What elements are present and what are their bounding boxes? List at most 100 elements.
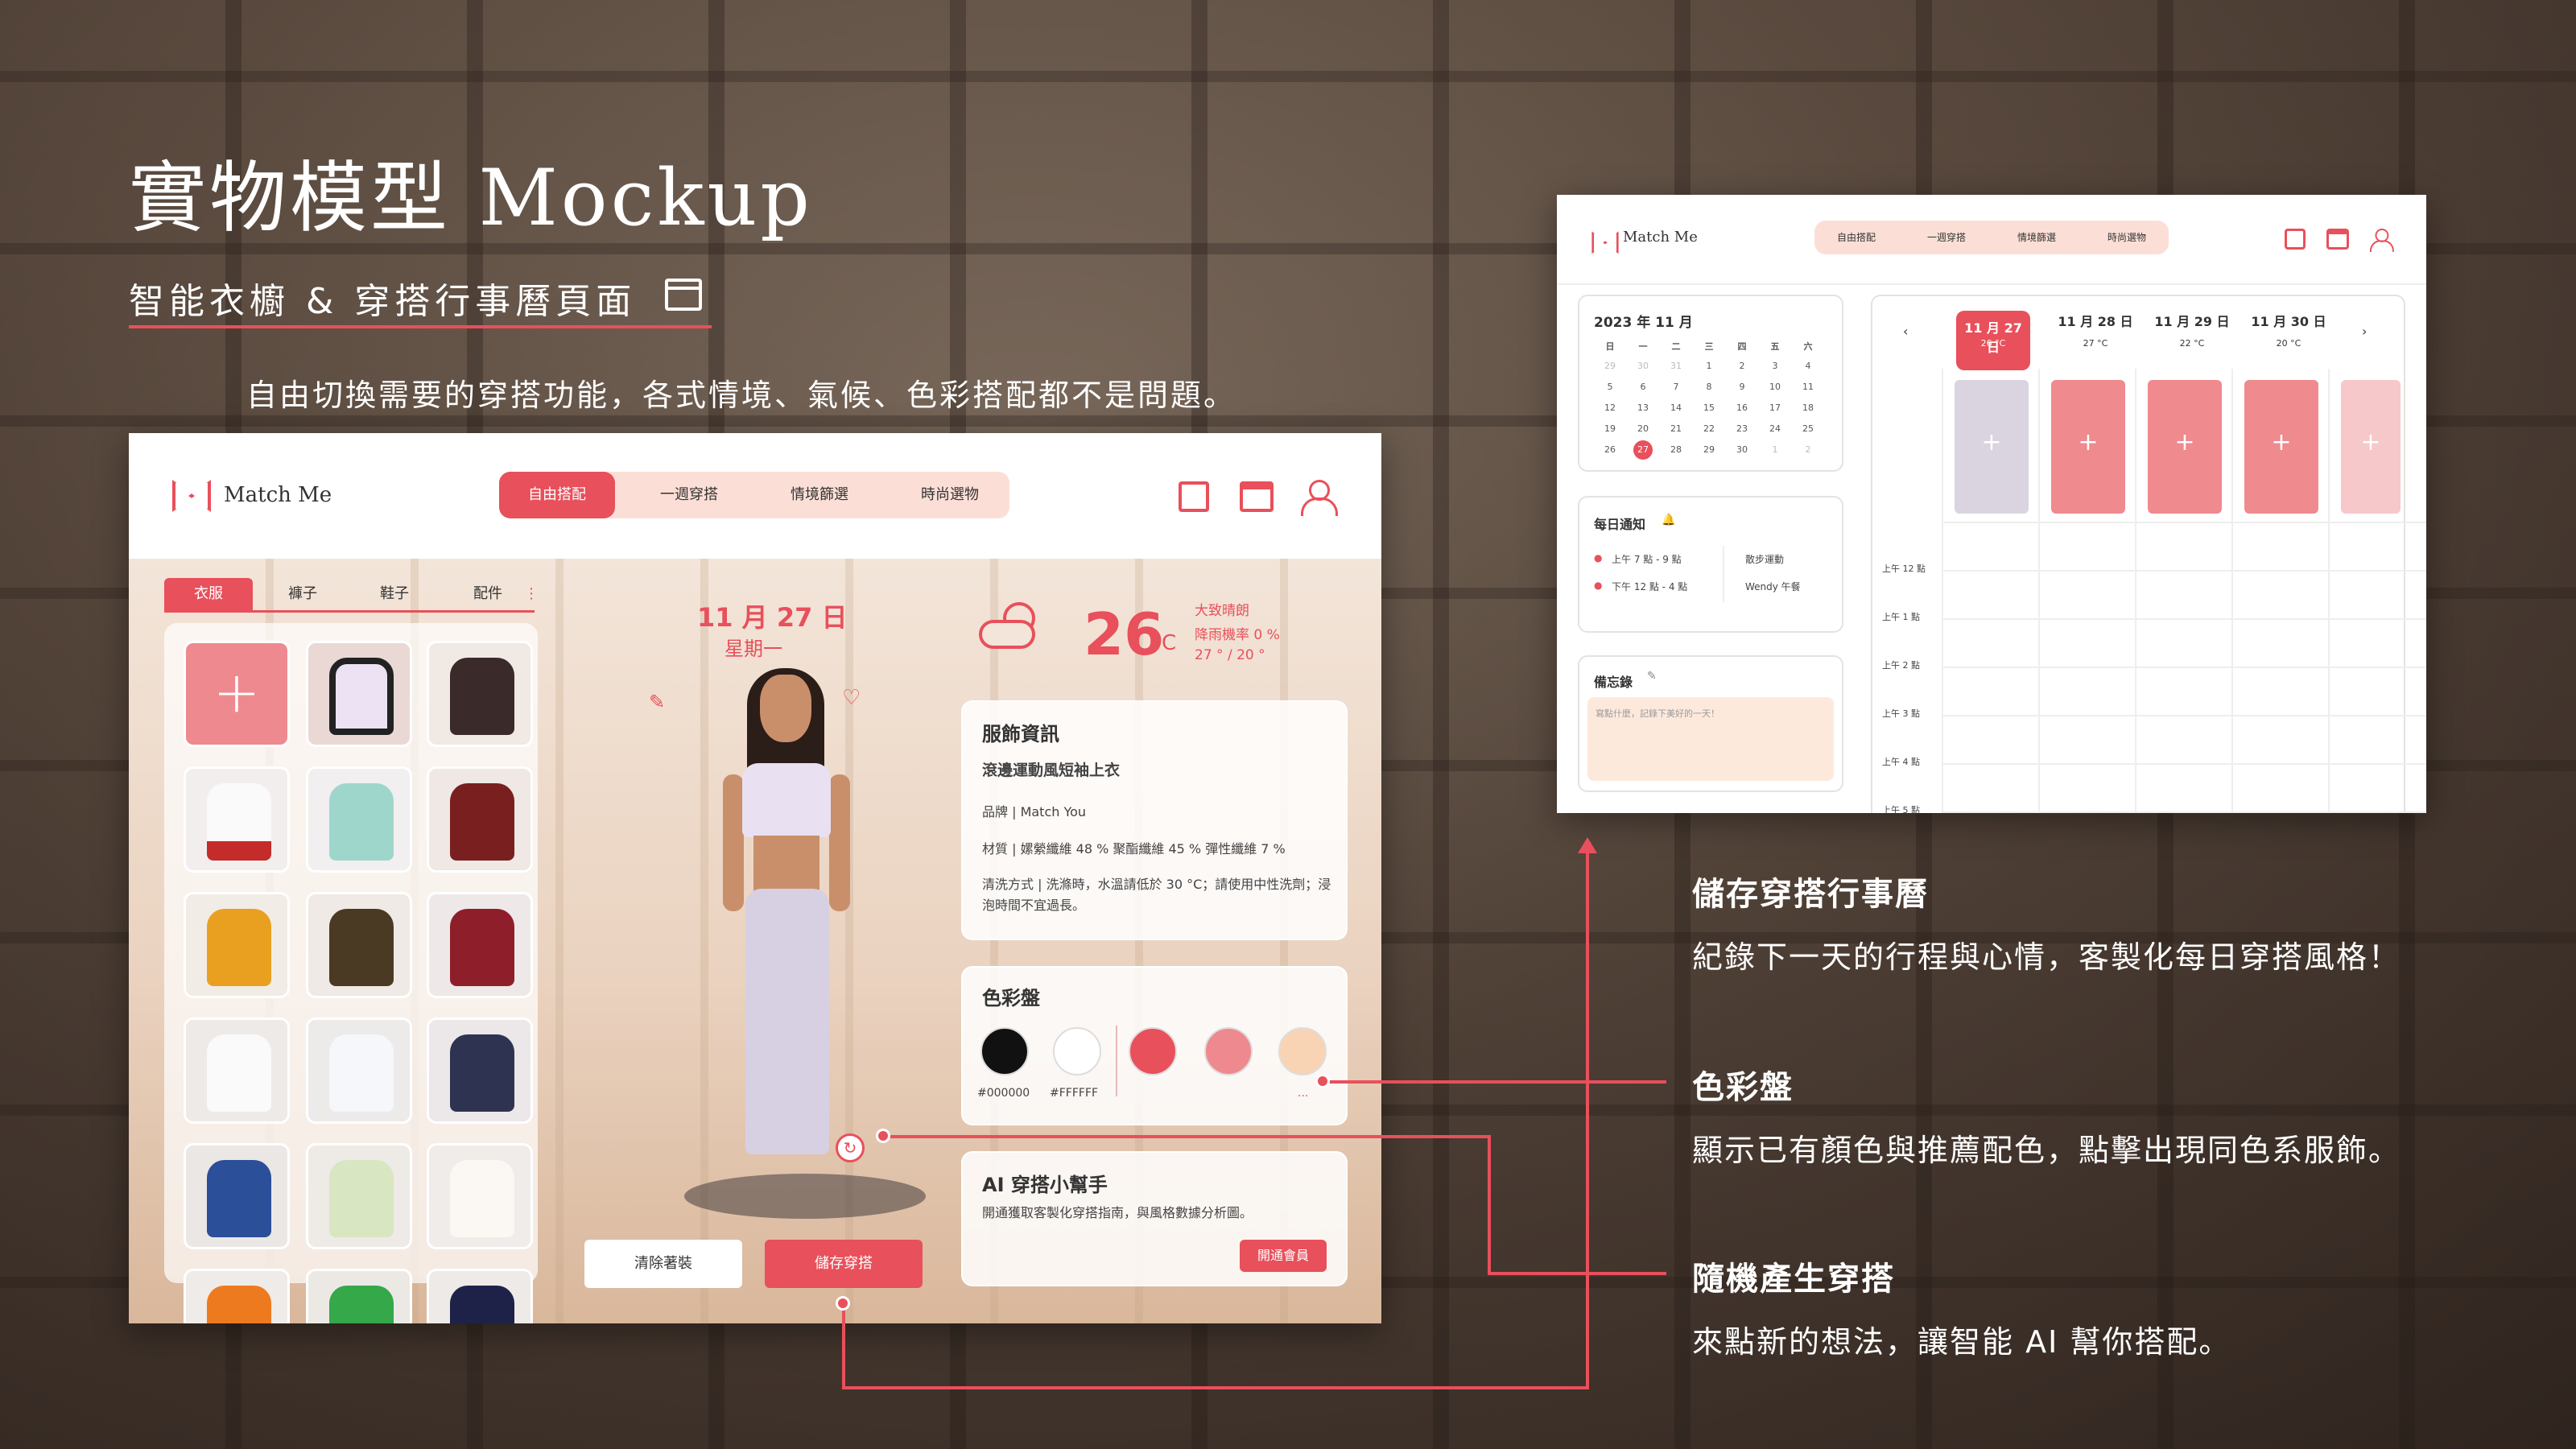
profile-icon[interactable] xyxy=(2370,229,2394,253)
heart-icon[interactable]: ♡ xyxy=(842,686,861,710)
memo-input[interactable]: 寫點什麼，記錄下美好的一天！ xyxy=(1587,697,1834,781)
add-outfit-slot[interactable] xyxy=(2051,380,2125,514)
garment-item[interactable] xyxy=(427,1269,533,1323)
category-tab-pants[interactable]: 褲子 xyxy=(262,578,343,610)
swatch-white[interactable] xyxy=(1053,1027,1101,1075)
garment-item[interactable] xyxy=(306,641,412,747)
activate-member-button[interactable]: 開通會員 xyxy=(1240,1240,1327,1272)
tab-scenario-filter[interactable]: 情境篩選 xyxy=(1995,221,2079,254)
tab-free-match[interactable]: 自由搭配 xyxy=(1814,221,1898,254)
calendar-day[interactable]: 23 xyxy=(1726,423,1758,434)
add-outfit-slot[interactable] xyxy=(2244,380,2318,514)
calendar-day[interactable]: 12 xyxy=(1594,402,1626,413)
more-options-icon[interactable]: ⋮ xyxy=(523,578,539,610)
add-outfit-slot[interactable] xyxy=(2341,380,2401,514)
tab-weekly-outfit[interactable]: 一週穿搭 xyxy=(1905,221,1988,254)
calendar-day[interactable]: 26 xyxy=(1594,444,1626,455)
tab-weekly-outfit[interactable]: 一週穿搭 xyxy=(631,472,747,518)
save-outfit-button[interactable]: 儲存穿搭 xyxy=(765,1240,923,1288)
garment-item[interactable] xyxy=(427,766,533,873)
garment-item[interactable] xyxy=(184,1269,290,1323)
calendar-day[interactable]: 25 xyxy=(1792,423,1824,434)
calendar-day[interactable]: 19 xyxy=(1594,423,1626,434)
category-tab-clothes[interactable]: 衣服 xyxy=(164,578,253,610)
garment-item[interactable] xyxy=(306,1143,412,1249)
calendar-day[interactable]: 14 xyxy=(1660,402,1692,413)
day-header[interactable]: 11 月 28 日 xyxy=(2051,311,2140,330)
calendar-day[interactable]: 28 xyxy=(1660,444,1692,455)
calendar-day[interactable]: 16 xyxy=(1726,402,1758,413)
calendar-day[interactable]: 30 xyxy=(1726,444,1758,455)
add-outfit-slot[interactable] xyxy=(2148,380,2222,514)
calendar-day[interactable]: 31 xyxy=(1660,361,1692,371)
calendar-day[interactable]: 13 xyxy=(1627,402,1659,413)
day-header[interactable]: 11 月 30 日 xyxy=(2244,311,2333,330)
prev-week-icon[interactable]: ‹ xyxy=(1903,324,1908,339)
garment-item[interactable] xyxy=(184,766,290,873)
garment-item[interactable] xyxy=(184,1143,290,1249)
calendar-day[interactable]: 27 xyxy=(1627,444,1659,455)
tab-free-match[interactable]: 自由搭配 xyxy=(499,472,615,518)
calendar-day[interactable]: 4 xyxy=(1792,361,1824,371)
calendar-day[interactable]: 29 xyxy=(1594,361,1626,371)
profile-icon[interactable] xyxy=(1301,480,1338,516)
garment-item[interactable] xyxy=(306,1018,412,1124)
calendar-day[interactable]: 29 xyxy=(1693,444,1725,455)
calendar-day[interactable]: 15 xyxy=(1693,402,1725,413)
calendar-day[interactable]: 21 xyxy=(1660,423,1692,434)
calendar-day[interactable]: 22 xyxy=(1693,423,1725,434)
tab-scenario-filter[interactable]: 情境篩選 xyxy=(762,472,877,518)
calendar-day[interactable]: 17 xyxy=(1759,402,1791,413)
calendar-day[interactable]: 6 xyxy=(1627,382,1659,392)
tab-fashion-picks[interactable]: 時尚選物 xyxy=(2085,221,2169,254)
swatch-black[interactable] xyxy=(980,1027,1029,1075)
calendar-day[interactable]: 2 xyxy=(1792,444,1824,455)
logo-icon[interactable] xyxy=(1591,231,1619,251)
calendar-day[interactable]: 10 xyxy=(1759,382,1791,392)
calendar-day[interactable]: 18 xyxy=(1792,402,1824,413)
category-tab-accessories[interactable]: 配件 xyxy=(448,578,528,610)
calendar-day[interactable]: 30 xyxy=(1627,361,1659,371)
calendar-day[interactable]: 3 xyxy=(1759,361,1791,371)
palette-more[interactable]: ... xyxy=(1298,1087,1308,1100)
garment-item[interactable] xyxy=(306,892,412,998)
garment-item[interactable] xyxy=(427,1018,533,1124)
swatch-pink[interactable] xyxy=(1204,1027,1253,1075)
edit-icon[interactable]: ✎ xyxy=(1647,670,1657,683)
garment-item[interactable] xyxy=(306,1269,412,1323)
garment-item[interactable] xyxy=(184,1018,290,1124)
next-week-icon[interactable]: › xyxy=(2362,324,2367,339)
outfit-thumbnail[interactable] xyxy=(1955,380,2029,514)
calendar-day[interactable]: 1 xyxy=(1759,444,1791,455)
calendar-day[interactable]: 2 xyxy=(1726,361,1758,371)
garment-item[interactable] xyxy=(427,641,533,747)
category-tab-shoes[interactable]: 鞋子 xyxy=(354,578,435,610)
garment-item[interactable] xyxy=(427,892,533,998)
logo-text[interactable]: Match Me xyxy=(224,483,332,507)
calendar-day[interactable]: 7 xyxy=(1660,382,1692,392)
calendar-icon[interactable] xyxy=(2326,229,2349,250)
calendar-day[interactable]: 5 xyxy=(1594,382,1626,392)
calendar-month[interactable]: 2023 年 11 月 xyxy=(1594,311,1693,331)
notice-icon[interactable]: 🔔 xyxy=(1662,514,1675,526)
tab-fashion-picks[interactable]: 時尚選物 xyxy=(892,472,1008,518)
logo-text[interactable]: Match Me xyxy=(1623,229,1698,246)
logo-icon[interactable] xyxy=(172,480,211,509)
swatch-red[interactable] xyxy=(1129,1027,1177,1075)
garment-item[interactable] xyxy=(306,766,412,873)
shuffle-icon[interactable]: ↻ xyxy=(836,1133,865,1162)
edit-icon[interactable]: ✎ xyxy=(649,691,665,713)
calendar-day[interactable]: 11 xyxy=(1792,382,1824,392)
calendar-icon[interactable] xyxy=(1240,481,1274,512)
calendar-day[interactable]: 8 xyxy=(1693,382,1725,392)
calendar-day[interactable]: 20 xyxy=(1627,423,1659,434)
calendar-day[interactable]: 24 xyxy=(1759,423,1791,434)
add-garment-button[interactable] xyxy=(184,641,290,747)
calendar-day[interactable]: 1 xyxy=(1693,361,1725,371)
selected-date[interactable]: 11 月 27 日 xyxy=(697,597,848,634)
garment-item[interactable] xyxy=(427,1143,533,1249)
favorites-icon[interactable] xyxy=(2285,229,2306,250)
day-header[interactable]: 11 月 29 日 xyxy=(2148,311,2236,330)
garment-item[interactable] xyxy=(184,892,290,998)
clear-outfit-button[interactable]: 清除著裝 xyxy=(584,1240,742,1288)
